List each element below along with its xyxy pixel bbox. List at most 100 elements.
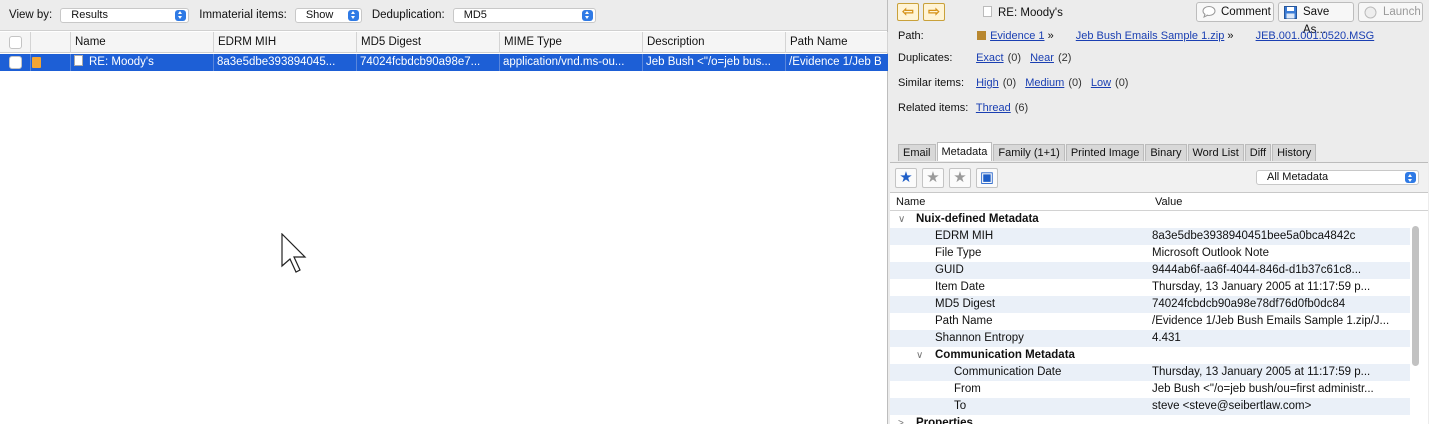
star-remove-icon[interactable]: ★ xyxy=(949,168,971,188)
metadata-toolbar: ★ ★ ★ ▣ All Metadata xyxy=(890,163,1428,193)
row-description[interactable]: Jeb Bush <"/o=jeb bus... xyxy=(643,54,786,71)
preview-title-text: RE: Moody's xyxy=(998,7,1063,19)
metadata-scrollbar[interactable] xyxy=(1412,211,1420,424)
msg-icon xyxy=(1243,30,1252,39)
forward-arrow-icon[interactable]: ⇨ xyxy=(923,3,945,21)
table-row[interactable]: RE: Moody's 8a3e5dbe393894045... 74024fc… xyxy=(0,54,888,71)
comment-button[interactable]: Comment xyxy=(1196,2,1274,22)
tab-word-list[interactable]: Word List xyxy=(1187,144,1244,161)
metadata-row[interactable]: GUID 9444ab6f-aa6f-4044-846d-d1b37c61c8.… xyxy=(890,262,1410,279)
metadata-row[interactable]: Item Date Thursday, 13 January 2005 at 1… xyxy=(890,279,1410,296)
comment-label: Comment xyxy=(1221,6,1271,18)
tab-binary[interactable]: Binary xyxy=(1145,144,1187,161)
metadata-key: From xyxy=(954,383,981,395)
metadata-row[interactable]: Shannon Entropy 4.431 xyxy=(890,330,1410,347)
header-path-name[interactable]: Path Name xyxy=(786,32,888,53)
view-by-value: Results xyxy=(71,8,108,21)
duplicates-exact-count: (0) xyxy=(1007,52,1022,64)
metadata-key: Shannon Entropy xyxy=(935,332,1024,344)
row-mime-type[interactable]: application/vnd.ms-ou... xyxy=(500,54,643,71)
star-profile-icon[interactable]: ▣ xyxy=(976,168,998,188)
similar-medium-link[interactable]: Medium xyxy=(1025,77,1064,89)
metadata-group-nuix[interactable]: ∨ Nuix-defined Metadata xyxy=(890,211,1410,228)
preview-toolbar: ⇦ ⇨ RE: Moody's Comment Save As... Launc… xyxy=(889,0,1429,36)
scrollbar-thumb[interactable] xyxy=(1412,226,1419,366)
similar-high-link[interactable]: High xyxy=(976,77,999,89)
path-separator: » xyxy=(1227,30,1234,42)
metadata-key: Communication Date xyxy=(954,366,1062,378)
metadata-value: /Evidence 1/Jeb Bush Emails Sample 1.zip… xyxy=(1152,315,1390,327)
path-link-msg[interactable]: JEB.001.001.0520.MSG xyxy=(1256,30,1375,42)
metadata-row[interactable]: Communication Date Thursday, 13 January … xyxy=(890,364,1410,381)
dropdown-arrow-icon xyxy=(581,9,593,21)
app-window: View by: Results Immaterial items: Show … xyxy=(0,0,1429,424)
preview-tabs: Email Metadata Family (1+1) Printed Imag… xyxy=(898,142,1317,162)
row-name: RE: Moody's xyxy=(89,56,154,68)
header-description[interactable]: Description xyxy=(643,32,786,53)
row-edrm-mih[interactable]: 8a3e5dbe393894045... xyxy=(214,54,357,71)
launch-button[interactable]: Launch xyxy=(1358,2,1423,22)
metadata-key: Item Date xyxy=(935,281,985,293)
chevron-right-icon[interactable]: > xyxy=(898,415,904,424)
header-select-column[interactable] xyxy=(0,32,31,53)
metadata-row[interactable]: To steve <steve@seibertlaw.com> xyxy=(890,398,1410,415)
row-name-cell[interactable]: RE: Moody's xyxy=(71,54,214,71)
header-edrm-mih[interactable]: EDRM MIH xyxy=(214,32,357,53)
header-mime-type[interactable]: MIME Type xyxy=(500,32,643,53)
speech-bubble-icon xyxy=(1202,6,1216,18)
tab-family[interactable]: Family (1+1) xyxy=(993,144,1065,161)
preview-title: RE: Moody's xyxy=(983,6,1063,19)
star-add-icon[interactable]: ★ xyxy=(922,168,944,188)
tab-printed-image[interactable]: Printed Image xyxy=(1065,144,1145,161)
star-favorite-icon[interactable]: ★ xyxy=(895,168,917,188)
metadata-group-communication[interactable]: ∨ Communication Metadata xyxy=(890,347,1410,364)
back-arrow-icon[interactable]: ⇦ xyxy=(897,3,919,21)
metadata-row[interactable]: MD5 Digest 74024fcbdcb90a98e78df76d0fb0d… xyxy=(890,296,1410,313)
similar-low-count: (0) xyxy=(1115,77,1129,89)
chevron-down-icon[interactable]: ∨ xyxy=(916,347,923,364)
path-line: Path: Evidence 1 » Jeb Bush Emails Sampl… xyxy=(898,30,1374,42)
row-path-name[interactable]: /Evidence 1/Jeb B xyxy=(786,54,888,71)
metadata-value: Microsoft Outlook Note xyxy=(1152,247,1269,259)
similar-medium-count: (0) xyxy=(1068,77,1082,89)
header-md5-digest[interactable]: MD5 Digest xyxy=(357,32,500,53)
row-md5-digest[interactable]: 74024fcbdcb90a98e7... xyxy=(357,54,500,71)
header-tag-column[interactable] xyxy=(31,32,71,53)
metadata-header-name[interactable]: Name xyxy=(896,196,925,208)
deduplication-select[interactable]: MD5 xyxy=(452,7,596,23)
path-link-evidence[interactable]: Evidence 1 xyxy=(990,30,1044,42)
duplicates-exact-link[interactable]: Exact xyxy=(976,52,1004,64)
metadata-key: To xyxy=(954,400,967,412)
tag-marker-icon xyxy=(32,57,41,68)
tab-diff[interactable]: Diff xyxy=(1244,144,1272,161)
deduplication-value: MD5 xyxy=(463,8,487,21)
metadata-group-properties[interactable]: > Properties xyxy=(890,415,1410,424)
path-label: Path: xyxy=(898,30,924,42)
header-name[interactable]: Name xyxy=(71,32,214,53)
metadata-row[interactable]: EDRM MIH 8a3e5dbe3938940451bee5a0bca4842… xyxy=(890,228,1410,245)
immaterial-items-select[interactable]: Show xyxy=(294,7,362,23)
results-pane: View by: Results Immaterial items: Show … xyxy=(0,0,888,424)
metadata-row[interactable]: Path Name /Evidence 1/Jeb Bush Emails Sa… xyxy=(890,313,1410,330)
row-checkbox[interactable] xyxy=(9,56,22,69)
document-icon xyxy=(74,55,83,66)
tab-email[interactable]: Email xyxy=(898,144,936,161)
chevron-down-icon[interactable]: ∨ xyxy=(898,211,905,228)
tab-metadata[interactable]: Metadata xyxy=(936,142,993,161)
duplicates-near-link[interactable]: Near xyxy=(1030,52,1054,64)
save-as-button[interactable]: Save As... xyxy=(1278,2,1354,36)
metadata-filter-select[interactable]: All Metadata xyxy=(1256,170,1419,185)
immaterial-items-value: Show xyxy=(305,8,334,21)
related-thread-link[interactable]: Thread xyxy=(976,102,1011,114)
results-toolbar: View by: Results Immaterial items: Show … xyxy=(0,0,887,31)
view-by-select[interactable]: Results xyxy=(60,7,190,23)
similar-low-link[interactable]: Low xyxy=(1091,77,1111,89)
metadata-row[interactable]: From Jeb Bush <"/o=jeb bush/ou=first adm… xyxy=(890,381,1410,398)
row-select-cell[interactable] xyxy=(0,54,31,71)
metadata-row[interactable]: File Type Microsoft Outlook Note xyxy=(890,245,1410,262)
related-items-line: Related items: Thread (6) xyxy=(898,102,1034,114)
select-all-checkbox[interactable] xyxy=(9,36,22,49)
metadata-header-value[interactable]: Value xyxy=(1155,196,1182,208)
path-link-zip[interactable]: Jeb Bush Emails Sample 1.zip xyxy=(1076,30,1225,42)
tab-history[interactable]: History xyxy=(1272,144,1317,161)
